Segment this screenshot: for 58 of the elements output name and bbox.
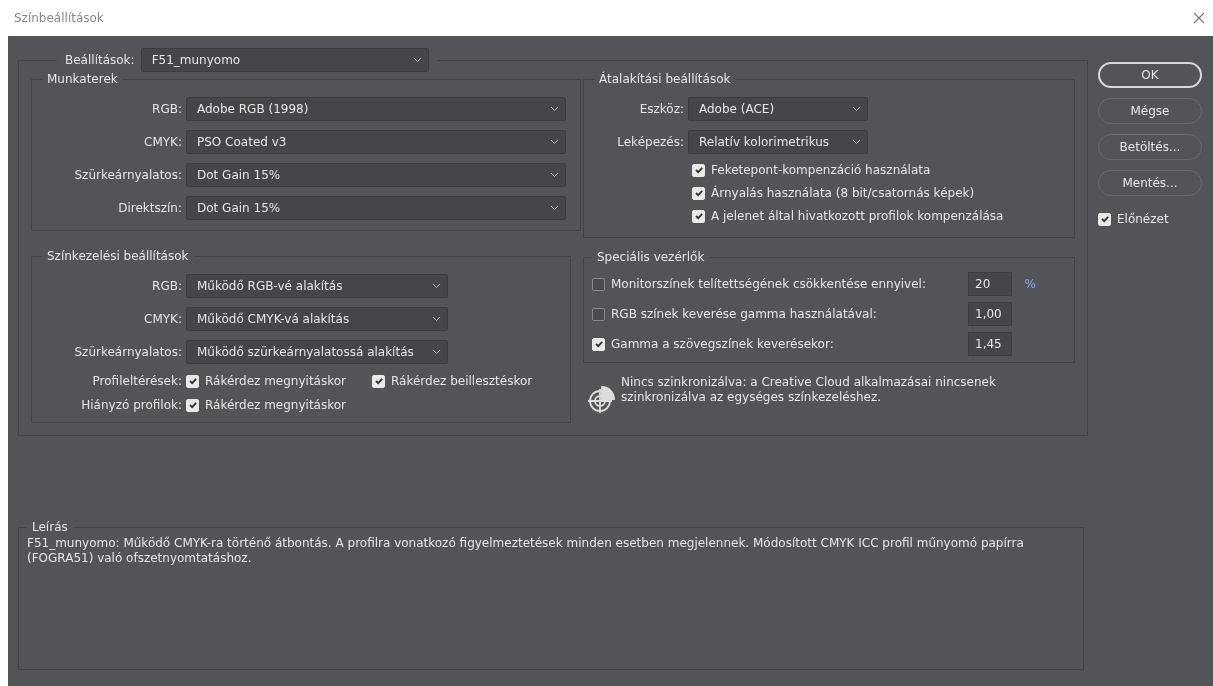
dropdown[interactable]: Relatív kolorimetrikus bbox=[688, 130, 868, 154]
number-field[interactable]: 20 bbox=[968, 272, 1012, 296]
description-text: F51_munyomo: Működő CMYK-ra történő átbontás. A profilra vonatkozó figyelmeztetések minden esetben megjelennek. Módosított CMYK ICC profil műnyomó papírra (FOGRA51) való ofszetnyomtatáshoz. bbox=[27, 536, 1025, 566]
checkbox[interactable] bbox=[592, 277, 605, 291]
field-label: Szürkeárnyalatos: bbox=[73, 345, 182, 359]
group-title: Speciális vezérlők bbox=[596, 250, 706, 264]
chevron-down-icon bbox=[550, 106, 559, 112]
field-label: Leképezés: bbox=[616, 135, 684, 149]
chevron-down-icon bbox=[852, 139, 861, 145]
field-label: RGB: bbox=[151, 279, 182, 293]
group-title: Színkezelési beállítások bbox=[46, 249, 190, 263]
dropdown[interactable]: Működő szürkeárnyalatossá alakítás bbox=[186, 340, 448, 364]
number-field[interactable]: 1,45 bbox=[968, 332, 1012, 356]
dropdown[interactable]: Dot Gain 15% bbox=[186, 196, 566, 220]
checkbox-label: RGB színek keverése gamma használatával: bbox=[611, 307, 877, 321]
chevron-down-icon bbox=[550, 205, 559, 211]
field-label: Eszköz: bbox=[638, 102, 684, 116]
checkbox-label: Rákérdez megnyitáskor bbox=[205, 398, 346, 412]
settings-dropdown[interactable]: F51_munyomo bbox=[140, 48, 429, 72]
dropdown[interactable]: Működő RGB-vé alakítás bbox=[186, 274, 448, 298]
checkbox-label: A jelenet által hivatkozott profilok kompenzálása bbox=[711, 209, 1004, 223]
field-label: RGB: bbox=[151, 102, 182, 116]
close-icon[interactable] bbox=[1193, 12, 1205, 24]
chevron-down-icon bbox=[550, 139, 559, 145]
field-label: Hiányzó profilok: bbox=[80, 398, 182, 412]
dropdown[interactable]: PSO Coated v3 bbox=[186, 130, 566, 154]
chevron-down-icon bbox=[412, 57, 422, 63]
group-title: Leírás bbox=[31, 520, 69, 534]
unit-label: % bbox=[1023, 277, 1036, 291]
number-field[interactable]: 1,00 bbox=[968, 302, 1012, 326]
checkbox-label: Gamma a szövegszínek keverésekor: bbox=[611, 337, 834, 351]
checkbox-label: Feketepont-kompenzáció használata bbox=[711, 163, 931, 177]
dropdown[interactable]: Dot Gain 15% bbox=[186, 163, 566, 187]
field-label: Direktszín: bbox=[117, 201, 182, 215]
field-label: Profileltérések: bbox=[91, 374, 182, 388]
dialog-button[interactable]: OK bbox=[1098, 62, 1202, 88]
checkbox-label: Előnézet bbox=[1117, 212, 1169, 226]
checkbox-label: Rákérdez beillesztéskor bbox=[391, 374, 533, 388]
chevron-down-icon bbox=[852, 106, 861, 112]
group-title: Munkaterek bbox=[46, 72, 119, 86]
chevron-down-icon bbox=[432, 349, 441, 355]
dropdown[interactable]: Adobe (ACE) bbox=[688, 97, 868, 121]
checkbox-label: Monitorszínek telítettségének csökkentése ennyivel: bbox=[611, 277, 926, 291]
checkbox-label: Rákérdez megnyitáskor bbox=[205, 374, 346, 388]
group-title: Átalakítási beállítások bbox=[598, 72, 732, 86]
checkbox[interactable] bbox=[592, 307, 605, 321]
dropdown[interactable]: Adobe RGB (1998) bbox=[186, 97, 566, 121]
sync-status-text: Nincs szinkronizálva: a Creative Cloud alkalmazásai nincsenek szinkronizálva az egységes színkezeléshez. bbox=[621, 375, 997, 406]
chevron-down-icon bbox=[550, 172, 559, 178]
dropdown[interactable]: Működő CMYK-vá alakítás bbox=[186, 307, 448, 331]
chevron-down-icon bbox=[432, 316, 441, 322]
checkbox-label: Árnyalás használata (8 bit/csatornás képek) bbox=[711, 186, 975, 200]
field-label: Szürkeárnyalatos: bbox=[73, 168, 182, 182]
settings-label: Beállítások: bbox=[65, 53, 135, 67]
chevron-down-icon bbox=[432, 283, 441, 289]
window-title: Színbeállítások bbox=[14, 11, 104, 25]
field-label: CMYK: bbox=[143, 135, 182, 149]
field-label: CMYK: bbox=[143, 312, 182, 326]
